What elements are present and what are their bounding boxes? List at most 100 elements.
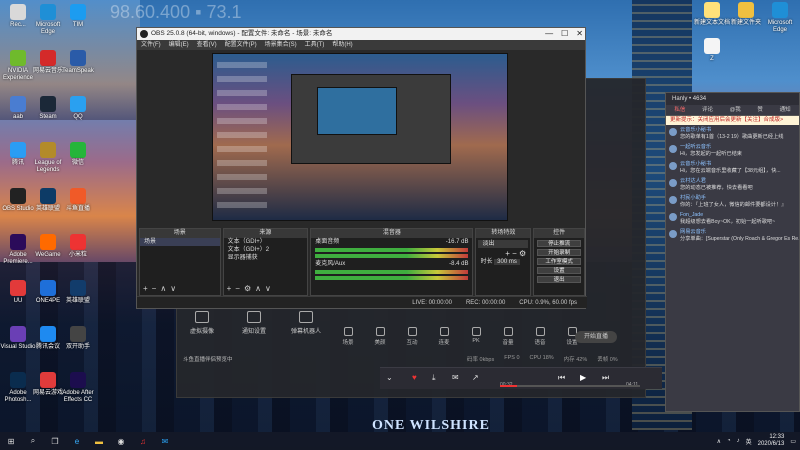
- clock[interactable]: 12:33 2020/6/13: [758, 434, 785, 448]
- share-icon[interactable]: ↗: [472, 373, 479, 382]
- desktop-icon[interactable]: TeamSpeak: [58, 50, 98, 75]
- task-view-icon[interactable]: ❐: [47, 435, 63, 447]
- menu-item[interactable]: 查看(V): [197, 40, 217, 50]
- chat-message[interactable]: 云村达人君 您的动态已被推荐，快去看看吧: [666, 176, 799, 193]
- stream-bar-button[interactable]: 音量: [497, 327, 519, 346]
- chat-app-icon[interactable]: ✉: [157, 435, 173, 447]
- stream-bar-button[interactable]: 连麦: [433, 327, 455, 346]
- control-button[interactable]: 开始录制: [537, 249, 581, 256]
- menu-item[interactable]: 编辑(E): [169, 40, 189, 50]
- desktop-icon[interactable]: Z: [692, 38, 732, 63]
- chat-message[interactable]: 云音乐小秘书 您的歌单有1首（13-2 19）歌曲更新已经上线: [666, 125, 799, 142]
- mixer-meter[interactable]: [315, 276, 469, 280]
- progress-bar[interactable]: [500, 385, 640, 387]
- edge-icon[interactable]: e: [69, 435, 85, 447]
- stream-bar-button[interactable]: 美颜: [369, 327, 391, 346]
- duration-input[interactable]: 300 ms: [494, 259, 520, 265]
- download-icon[interactable]: ⤓: [432, 373, 436, 383]
- ime-indicator[interactable]: 英: [746, 437, 752, 446]
- notification-icon[interactable]: ▭: [790, 438, 796, 445]
- next-icon[interactable]: ⏭: [602, 373, 609, 383]
- chevron-down-icon[interactable]: ⌄: [386, 373, 393, 382]
- minimize-icon[interactable]: —: [545, 28, 553, 40]
- tool-danmu-robot[interactable]: 弹幕机器人: [289, 311, 323, 335]
- menu-item[interactable]: 配置文件(P): [225, 40, 257, 50]
- control-button[interactable]: 停止推流: [537, 240, 581, 247]
- tool-notify-settings[interactable]: 通知设置: [237, 311, 271, 335]
- chat-tab[interactable]: 私信: [674, 105, 685, 115]
- tool-virtual-camera[interactable]: 虚拟摄像: [185, 311, 219, 335]
- stream-bar-button[interactable]: 语音: [529, 327, 551, 346]
- prev-icon[interactable]: ⏮: [558, 373, 565, 383]
- app-icon: [70, 234, 86, 250]
- desktop-icon[interactable]: 微信: [58, 142, 98, 167]
- heart-icon[interactable]: ♥: [412, 373, 417, 382]
- stream-bar-button[interactable]: 互动: [401, 327, 423, 346]
- app-icon: [40, 4, 56, 20]
- obs-window[interactable]: OBS 25.0.8 (64-bit, windows) - 配置文件: 未命名…: [136, 27, 587, 309]
- chat-tab[interactable]: @我: [730, 105, 741, 115]
- stream-stat: FPS 0: [504, 355, 520, 361]
- close-icon[interactable]: ✕: [576, 28, 583, 40]
- menu-item[interactable]: 工具(T): [305, 40, 325, 50]
- chat-panel[interactable]: Hanly • 4634 私信 评论 @我 赞 通知 更新提示：关闭应用后会更新【关注】…: [665, 92, 800, 412]
- mixer-meter[interactable]: [315, 248, 469, 252]
- stream-stats: 码率 0kbps FPS 0 CPU 18% 内存 42% 丢帧 0%: [467, 355, 618, 363]
- chat-message[interactable]: Fon_Jade 我超级想去看Boy~OK，初始一起听歌吧~: [666, 210, 799, 227]
- volume-icon[interactable]: ♪: [737, 438, 740, 444]
- transition-select[interactable]: 淡出: [478, 240, 529, 248]
- chat-message[interactable]: 村民小助手 你的：『上班了女人，微信的邮件要都设计！』: [666, 193, 799, 210]
- source-item[interactable]: 文本（GDI+）: [224, 238, 308, 246]
- control-button[interactable]: 工作室模式: [537, 258, 581, 265]
- music-icon[interactable]: ♫: [135, 435, 151, 447]
- stream-bar-button[interactable]: PK: [465, 327, 487, 346]
- desktop-icon[interactable]: TIM: [58, 4, 98, 29]
- control-button[interactable]: 设置: [537, 267, 581, 274]
- chat-tab[interactable]: 通知: [780, 105, 791, 115]
- chat-notice[interactable]: 更新提示：关闭应用后会更新【关注】合成版>: [666, 116, 799, 125]
- scene-add-remove[interactable]: +−∧∨: [143, 284, 180, 293]
- menu-item[interactable]: 帮助(H): [332, 40, 352, 50]
- menu-item[interactable]: 文件(F): [141, 40, 161, 50]
- progress-fill: [500, 385, 517, 387]
- source-add-remove[interactable]: +−⚙∧∨: [227, 284, 275, 293]
- stream-bar-label: 语音: [534, 340, 546, 346]
- desktop-icon[interactable]: 小米粒: [58, 234, 98, 259]
- tray-chevron-icon[interactable]: ∧: [717, 438, 721, 445]
- stream-bar-button[interactable]: 场景: [337, 327, 359, 346]
- desktop-icon-label: 英雄联盟: [65, 298, 90, 304]
- chat-message[interactable]: 一起听云音乐 Hi，您发起的一起听已结束: [666, 142, 799, 159]
- search-icon[interactable]: ⌕: [25, 435, 41, 447]
- desktop-icon[interactable]: Adobe After Effects CC: [58, 372, 98, 404]
- desktop-icon[interactable]: 斗鱼直播: [58, 188, 98, 213]
- chat-tab[interactable]: 评论: [702, 105, 713, 115]
- desktop-icon[interactable]: QQ: [58, 96, 98, 121]
- obs-preview[interactable]: [212, 53, 508, 221]
- toolbar-icon: [343, 327, 353, 336]
- scene-item[interactable]: 场景: [140, 238, 220, 246]
- chat-message[interactable]: 云音乐小秘书 Hi，您在云端音乐里收藏了【38元组】，快...: [666, 159, 799, 176]
- stream-bottom-bar: 场景 美颜 互动 连麦 PK 音量 语音 设置: [337, 327, 583, 346]
- source-item[interactable]: 文本（GDI+）2: [224, 246, 308, 254]
- folder-icon[interactable]: ▬: [91, 435, 107, 447]
- chat-tab[interactable]: 赞: [757, 105, 763, 115]
- maximize-icon[interactable]: ☐: [561, 28, 568, 40]
- obs-titlebar[interactable]: OBS 25.0.8 (64-bit, windows) - 配置文件: 未命名…: [137, 28, 585, 40]
- desktop-icon[interactable]: Microsoft Edge: [760, 2, 800, 34]
- desktop-icon[interactable]: 双开助手: [58, 326, 98, 351]
- menu-item[interactable]: 场景集合(S): [265, 40, 297, 50]
- control-button[interactable]: 退出: [537, 276, 581, 283]
- transition-add-remove[interactable]: + − ⚙: [476, 250, 530, 258]
- obs-icon[interactable]: ◉: [113, 435, 129, 447]
- go-live-button[interactable]: 开始直播: [575, 331, 617, 343]
- desktop-icon[interactable]: 英雄联盟: [58, 280, 98, 305]
- network-icon[interactable]: ◔: [727, 438, 731, 444]
- comment-icon[interactable]: ✉: [452, 373, 459, 382]
- windows-start-icon[interactable]: ⊞: [3, 435, 19, 447]
- mixer-meter[interactable]: [315, 270, 469, 274]
- source-item[interactable]: 显示器捕获: [224, 254, 308, 262]
- app-icon: [70, 326, 86, 342]
- play-icon[interactable]: ▶: [580, 373, 586, 382]
- mixer-meter[interactable]: [315, 254, 469, 258]
- chat-message[interactable]: 网易云音乐 分享单曲：[Superstar (Only Roach & Grego…: [666, 227, 799, 244]
